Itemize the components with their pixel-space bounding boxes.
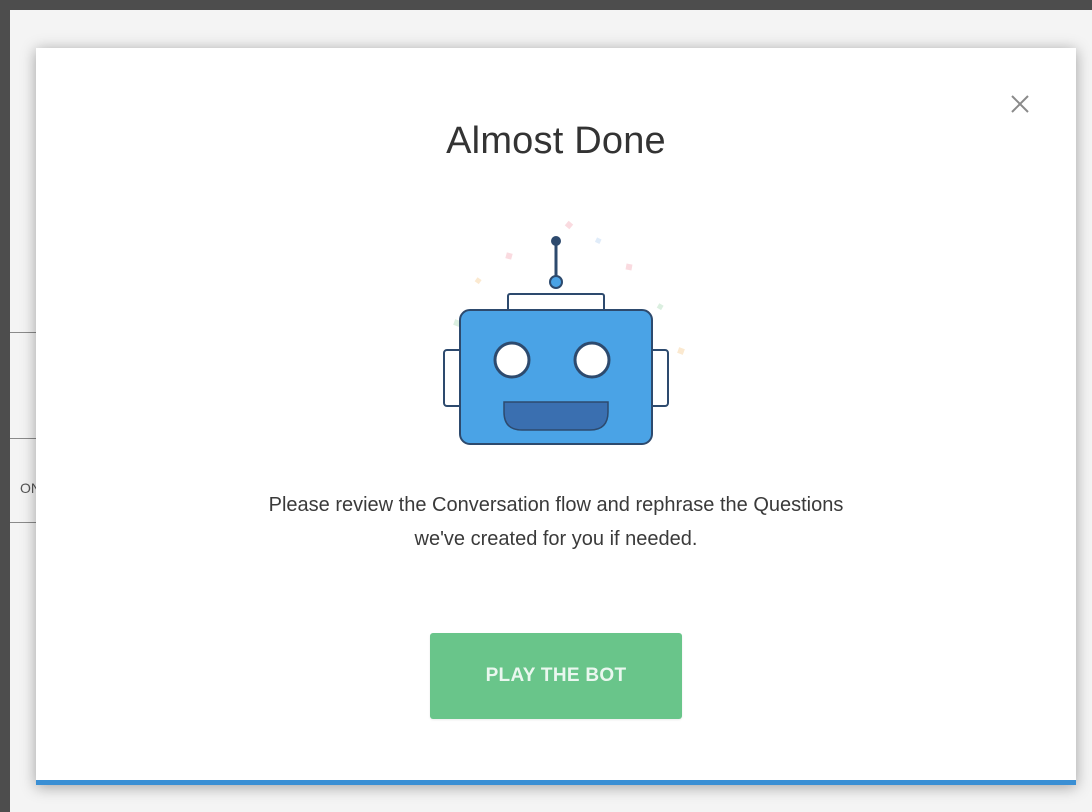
dialog-message-line: Please review the Conversation flow and … bbox=[268, 494, 844, 516]
background-divider bbox=[10, 332, 36, 333]
play-the-bot-button[interactable]: PLAY THE BOT bbox=[430, 633, 682, 719]
close-icon[interactable] bbox=[1006, 90, 1034, 118]
dialog-message-line: we've created for you if needed. bbox=[414, 528, 698, 550]
background-divider bbox=[10, 522, 36, 523]
dialog-title: Almost Done bbox=[446, 120, 666, 162]
robot-icon bbox=[396, 208, 716, 448]
background-divider bbox=[10, 438, 36, 439]
dialog-message: Please review the Conversation flow and … bbox=[96, 488, 1016, 556]
almost-done-dialog: Almost Done Please review the Conversati… bbox=[36, 48, 1076, 785]
